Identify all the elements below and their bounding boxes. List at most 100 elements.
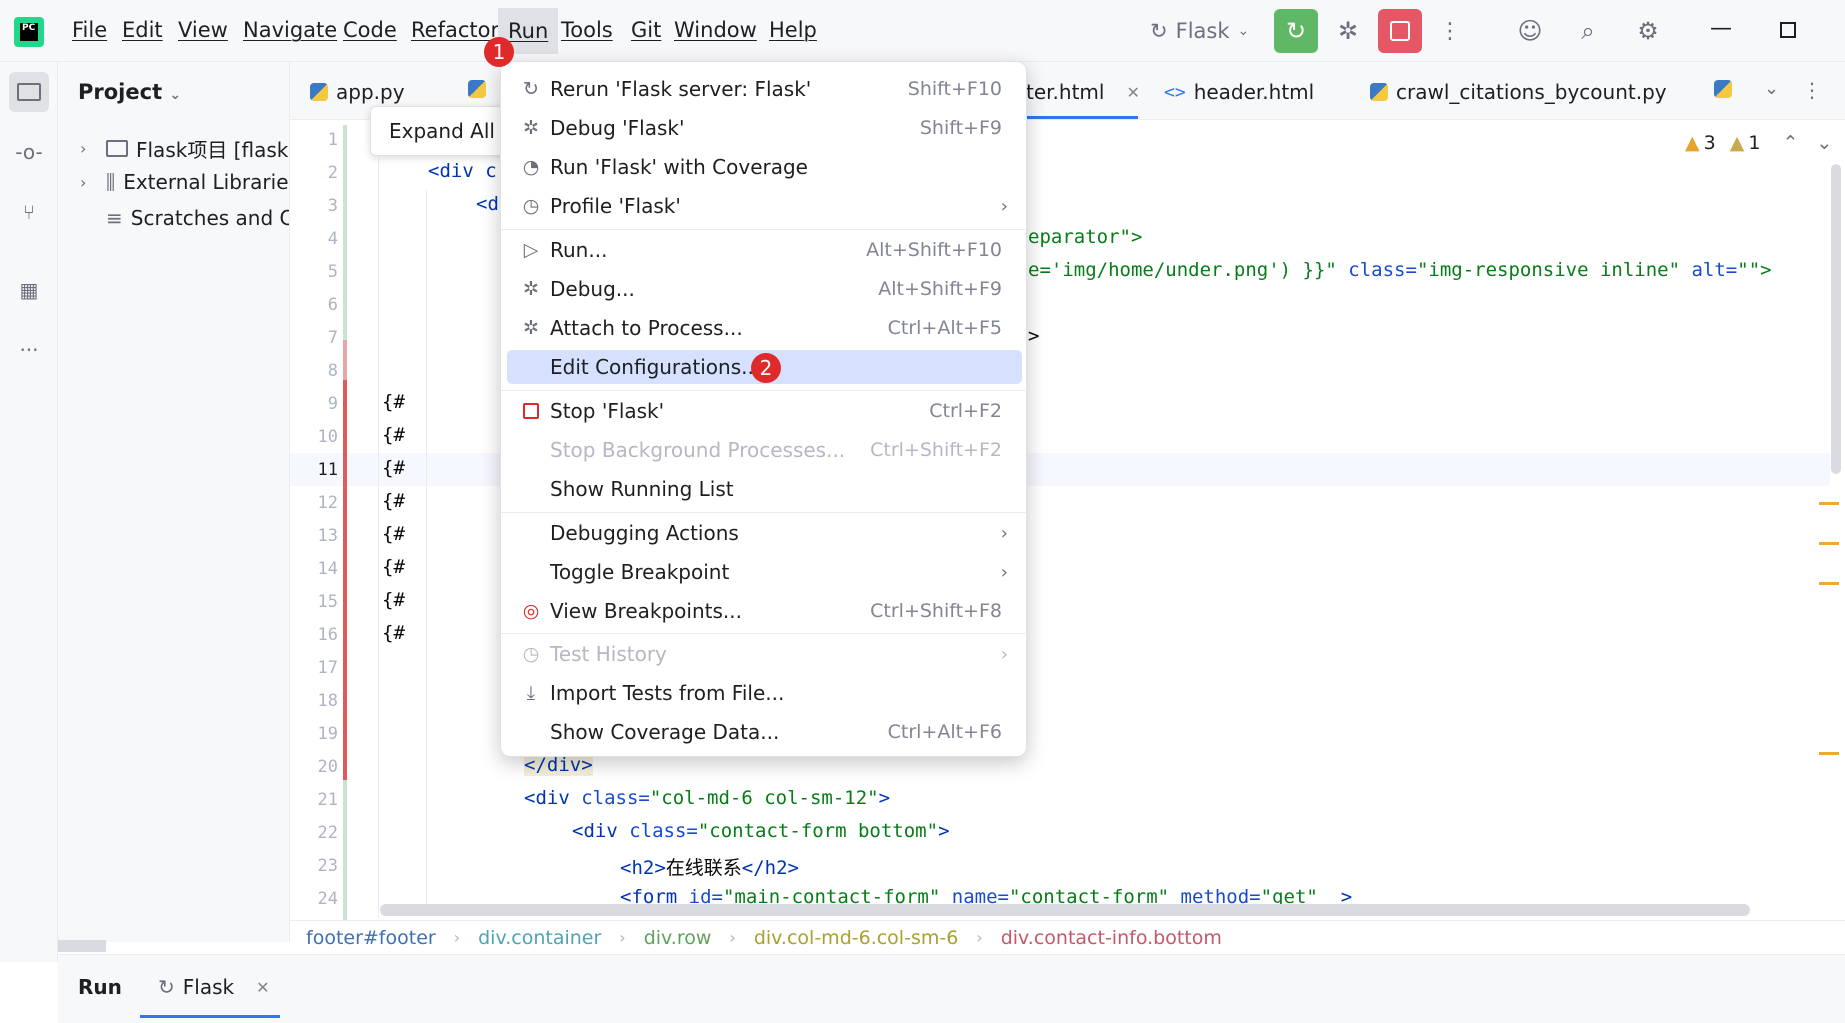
breadcrumb-item[interactable]: footer#footer (306, 927, 436, 949)
menu-item-label: Import Tests from File... (550, 681, 785, 705)
submenu-arrow-icon: › (1000, 643, 1008, 665)
chevron-up-icon[interactable]: ⌃ (1782, 132, 1798, 154)
stop-button[interactable] (1378, 9, 1422, 53)
chevron-right-icon[interactable]: › (80, 139, 98, 158)
breadcrumb-separator: › (453, 928, 461, 947)
active-tab-indicator (1026, 116, 1138, 119)
minimize-window-icon[interactable]: — (1710, 16, 1732, 41)
more-tools-button[interactable]: ··· (9, 330, 49, 370)
left-tool-strip: -o- ⑂ ▦ ··· (0, 62, 58, 962)
tab-overflow-py[interactable] (1714, 80, 1732, 98)
code-line-14: {# (382, 556, 405, 578)
breadcrumb-item[interactable]: div.col-md-6.col-sm-6 (754, 927, 958, 949)
menu-item-debugging-actions[interactable]: Debugging Actions › (507, 516, 1022, 550)
menu-file[interactable]: File (72, 18, 107, 42)
close-icon[interactable]: ✕ (256, 978, 269, 997)
menu-item-run[interactable]: ▷ Run... Alt+Shift+F10 (507, 233, 1022, 267)
chevron-down-icon[interactable]: ⌄ (1816, 132, 1832, 154)
menu-navigate[interactable]: Navigate (243, 18, 337, 42)
menu-help[interactable]: Help (769, 18, 817, 42)
tab-crawl-citations-py[interactable]: crawl_citations_bycount.py (1370, 80, 1667, 104)
more-icon: ··· (19, 338, 39, 362)
pull-requests-tool-button[interactable]: ⑂ (9, 192, 49, 232)
scrollbar-warning-marker[interactable] (1819, 752, 1839, 755)
line-number: 13 (317, 526, 338, 546)
indent-guide (378, 158, 379, 918)
code-token: 在线联系 (665, 857, 742, 879)
code-line-13: {# (382, 523, 405, 545)
bug-icon: ✲ (1337, 17, 1359, 45)
breadcrumb-separator: › (729, 928, 736, 947)
menu-code[interactable]: Code (343, 18, 397, 42)
tab-footer-html[interactable]: ter.html ✕ (1026, 80, 1140, 104)
menu-item-debug[interactable]: ✲ Debug... Alt+Shift+F9 (507, 272, 1022, 306)
breadcrumb-item[interactable]: div.container (478, 927, 601, 949)
scrollbar-warning-marker[interactable] (1819, 502, 1839, 505)
menu-tools[interactable]: Tools (561, 18, 613, 42)
inspection-warnings[interactable]: ▲ 3 ▲ 1 ⌃ ⌄ (1685, 132, 1832, 154)
project-panel-title[interactable]: Project ⌄ (78, 80, 181, 104)
menu-item-profile-flask[interactable]: ◷ Profile 'Flask' › (507, 189, 1022, 223)
menu-item-debug-flask[interactable]: ✲ Debug 'Flask' Shift+F9 (507, 111, 1022, 145)
scrollbar-warning-marker[interactable] (1819, 542, 1839, 545)
scrollbar-warning-marker[interactable] (1819, 582, 1839, 585)
menu-item-label: Profile 'Flask' (550, 194, 681, 218)
rerun-button[interactable]: ↻ (1274, 9, 1318, 53)
vertical-scrollbar[interactable] (1831, 164, 1841, 474)
menu-item-run-with-coverage[interactable]: ◔ Run 'Flask' with Coverage (507, 150, 1022, 184)
menu-item-show-coverage-data[interactable]: Show Coverage Data... Ctrl+Alt+F6 (507, 715, 1022, 749)
run-tab-flask[interactable]: ↻ Flask ✕ (158, 975, 270, 999)
tabs-dropdown-chevron-icon[interactable]: ⌄ (1764, 78, 1779, 99)
menu-item-rerun[interactable]: ↻ Rerun 'Flask server: Flask' Shift+F10 (507, 72, 1022, 106)
menu-item-show-running-list[interactable]: Show Running List (507, 472, 1022, 506)
menu-item-import-tests[interactable]: ⤓ Import Tests from File... (507, 676, 1022, 710)
menu-view[interactable]: View (178, 18, 228, 42)
line-number: 22 (317, 823, 338, 843)
menu-item-view-breakpoints[interactable]: ◎ View Breakpoints... Ctrl+Shift+F8 (507, 594, 1022, 628)
code-with-me-button[interactable]: ☺ (1508, 9, 1552, 53)
line-number: 7 (327, 328, 338, 348)
search-everywhere-button[interactable]: ⌕ (1566, 9, 1610, 53)
menu-item-toggle-breakpoint[interactable]: Toggle Breakpoint › (507, 555, 1022, 589)
commit-tool-button[interactable]: -o- (9, 132, 49, 172)
settings-button[interactable]: ⚙ (1626, 9, 1670, 53)
run-config-selector[interactable]: ↻ Flask ⌄ (1150, 14, 1249, 48)
breadcrumb-item[interactable]: div.row (644, 927, 712, 949)
line-number: 19 (317, 724, 338, 744)
project-horizontal-scrollbar[interactable] (58, 940, 106, 952)
run-icon: ▷ (523, 239, 539, 261)
line-number: 2 (327, 163, 338, 183)
close-icon[interactable]: ✕ (1126, 83, 1139, 102)
horizontal-scrollbar[interactable] (380, 904, 1750, 916)
tab-hidden-py[interactable] (468, 80, 486, 98)
menu-item-shortcut: Ctrl+Alt+F5 (887, 317, 1002, 339)
structure-icon: ▦ (19, 278, 39, 302)
code-line-4: eparator"> (1028, 226, 1142, 248)
breakpoints-icon: ◎ (522, 600, 540, 622)
menu-item-shortcut: Shift+F9 (919, 117, 1002, 139)
tab-header-html[interactable]: <> header.html (1164, 80, 1314, 104)
menu-window[interactable]: Window (674, 18, 757, 42)
maximize-window-icon[interactable] (1780, 22, 1796, 38)
breadcrumb-item[interactable]: div.contact-info.bottom (1001, 927, 1222, 949)
menu-separator (501, 633, 1026, 634)
project-tool-button[interactable] (9, 72, 49, 112)
menu-item-shortcut: Ctrl+Shift+F2 (870, 439, 1002, 461)
menu-item-attach-to-process[interactable]: ✲ Attach to Process... Ctrl+Alt+F5 (507, 311, 1022, 345)
more-actions-button[interactable]: ⋮ (1428, 9, 1472, 53)
stop-icon (523, 403, 539, 419)
debug-button[interactable]: ✲ (1326, 9, 1370, 53)
tabs-more-icon[interactable]: ⋮ (1802, 78, 1822, 102)
menu-edit[interactable]: Edit (122, 18, 163, 42)
menu-item-stop-flask[interactable]: Stop 'Flask' Ctrl+F2 (507, 394, 1022, 428)
menu-refactor[interactable]: Refactor (411, 18, 499, 42)
step-badge-1: 1 (484, 37, 514, 67)
structure-tool-button[interactable]: ▦ (9, 270, 49, 310)
menu-item-label: Rerun 'Flask server: Flask' (550, 77, 812, 101)
tab-app-py[interactable]: app.py (310, 80, 405, 104)
menu-git[interactable]: Git (631, 18, 661, 42)
chevron-right-icon[interactable]: › (80, 173, 98, 192)
tree-item-flask-project[interactable]: › Flask项目 [flaskl (80, 134, 289, 163)
tree-item-external-libraries[interactable]: › ⫼ External Librarie (80, 170, 289, 194)
tree-item-scratches[interactable]: ≡ Scratches and C (106, 206, 289, 230)
